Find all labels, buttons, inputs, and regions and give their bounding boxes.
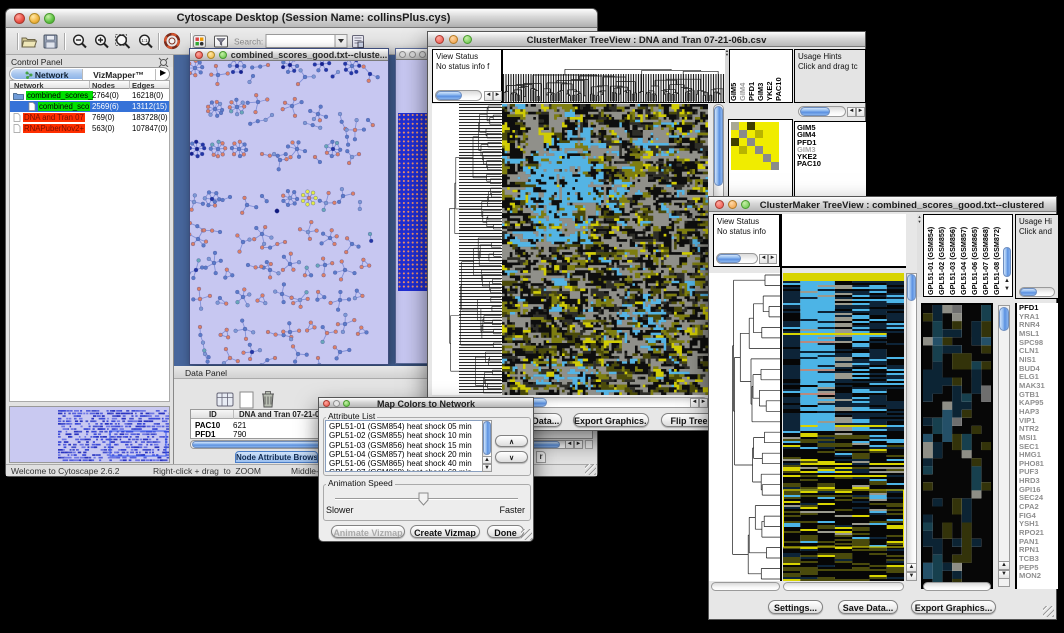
- svg-text:1:1: 1:1: [141, 38, 148, 43]
- svg-text:Search:: Search:: [234, 37, 263, 47]
